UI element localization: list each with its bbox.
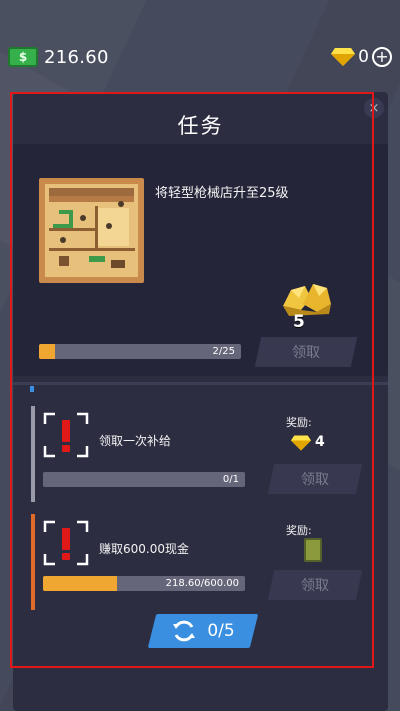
refresh-tasks-button[interactable]: 0/5 [147, 614, 259, 648]
task-progress-bar: 0/1 [43, 472, 245, 487]
cash-value: 216.60 [44, 46, 109, 68]
alert-icon [43, 412, 89, 458]
gem-icon [331, 48, 356, 66]
task-description: 领取一次补给 [99, 434, 172, 448]
refresh-icon [173, 620, 196, 642]
claim-label: 领取 [301, 578, 329, 594]
gold-nugget-icon [283, 284, 331, 316]
reward-label: 奖励: [286, 524, 312, 537]
panel-title: 任务 [177, 114, 224, 138]
main-task-progress-text: 2/25 [212, 346, 235, 357]
reward-value: 4 [315, 434, 325, 450]
task-status-stripe [31, 514, 35, 610]
cash-icon: $ [8, 47, 38, 67]
gem-display: 0 + [331, 47, 392, 67]
card-icon [304, 538, 322, 562]
reward-label: 奖励: [286, 416, 312, 429]
main-task-claim-button[interactable]: 领取 [254, 337, 358, 367]
refresh-count: 0/5 [207, 621, 235, 641]
close-icon: × [368, 100, 380, 116]
claim-label: 领取 [292, 345, 320, 361]
gun-shop-image [39, 178, 144, 283]
section-divider [13, 382, 388, 385]
task-progress-bar: 218.60/600.00 [43, 576, 245, 591]
main-task-progress-bar: 2/25 [39, 344, 241, 359]
task-item: 领取一次补给 奖励: 4 0/1 领取 [31, 406, 376, 506]
task-claim-button[interactable]: 领取 [267, 570, 363, 600]
main-task-card: 将轻型枪械店升至25级 5 2/25 领取 [13, 144, 388, 376]
close-button[interactable]: × [364, 98, 384, 118]
gem-icon [291, 435, 311, 451]
gem-value: 0 [358, 47, 369, 67]
main-reward-count: 5 [293, 312, 305, 332]
main-task-description: 将轻型枪械店升至25级 [155, 186, 289, 201]
top-hud: $ 216.60 0 + [8, 44, 392, 70]
cash-display: $ 216.60 [8, 47, 109, 68]
task-claim-button[interactable]: 领取 [267, 464, 363, 494]
task-progress-fill [43, 576, 117, 591]
main-task-progress-fill [39, 344, 56, 359]
task-status-stripe [31, 406, 35, 502]
task-panel: 任务 × 将轻型枪械店升至25级 5 2/25 领取 领取一次补给 奖励: 4 … [13, 92, 388, 711]
task-progress-text: 0/1 [222, 474, 239, 485]
add-gems-button[interactable]: + [372, 47, 392, 67]
task-progress-text: 218.60/600.00 [165, 578, 239, 589]
task-item: 赚取600.00现金 奖励: 218.60/600.00 领取 [31, 514, 376, 614]
task-description: 赚取600.00现金 [99, 542, 189, 556]
claim-label: 领取 [301, 472, 329, 488]
scroll-indicator [30, 386, 34, 392]
alert-icon [43, 520, 89, 566]
